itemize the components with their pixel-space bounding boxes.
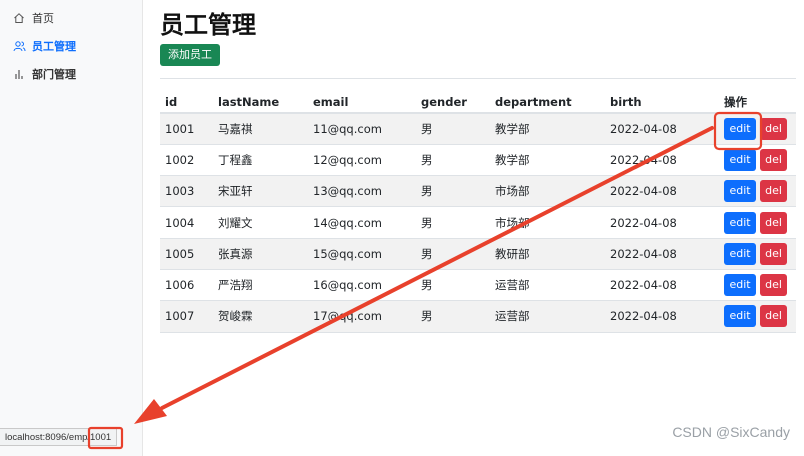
delete-button[interactable]: del xyxy=(760,180,787,203)
table-row: 1003 宋亚轩 13@qq.com 男市场部 2022-04-08 edit del xyxy=(160,175,796,208)
delete-button[interactable]: del xyxy=(760,211,787,234)
cell-actions: edit del xyxy=(719,238,796,270)
cell-lastname: 严浩翔 xyxy=(213,269,308,302)
cell-actions: edit del xyxy=(719,206,796,239)
delete-button[interactable]: del xyxy=(760,242,787,265)
cell-actions: edit del xyxy=(719,175,796,208)
cell-gender: 男 xyxy=(416,144,490,177)
column-header-email: email xyxy=(308,91,416,114)
edit-button[interactable]: edit xyxy=(724,305,756,328)
users-icon xyxy=(12,39,26,53)
table-row: 1002 丁程鑫 12@qq.com 男教学部 2022-04-08 edit del xyxy=(160,144,796,177)
cell-birth: 2022-04-08 xyxy=(605,144,719,177)
cell-gender: 男 xyxy=(416,175,490,208)
cell-email: 12@qq.com xyxy=(308,144,416,177)
sidebar-item-home[interactable]: 首页 xyxy=(0,4,142,32)
sidebar: 首页 员工管理 部门管理 xyxy=(0,0,143,456)
cell-gender: 男 xyxy=(416,238,490,270)
cell-actions: edit del xyxy=(719,269,796,302)
cell-birth: 2022-04-08 xyxy=(605,269,719,302)
cell-birth: 2022-04-08 xyxy=(605,175,719,208)
cell-department: 市场部 xyxy=(490,206,605,239)
cell-lastname: 贺峻霖 xyxy=(213,300,308,333)
cell-department: 教研部 xyxy=(490,238,605,270)
cell-email: 16@qq.com xyxy=(308,269,416,302)
cell-gender: 男 xyxy=(416,300,490,333)
cell-actions: edit del xyxy=(719,300,796,333)
cell-email: 17@qq.com xyxy=(308,300,416,333)
cell-birth: 2022-04-08 xyxy=(605,206,719,239)
sidebar-item-label: 员工管理 xyxy=(32,40,76,53)
table-row: 1007 贺峻霖 17@qq.com 男运营部 2022-04-08 edit del xyxy=(160,300,796,333)
cell-department: 教学部 xyxy=(490,144,605,177)
sidebar-item-label: 部门管理 xyxy=(32,68,76,81)
edit-button[interactable]: edit xyxy=(724,148,756,171)
column-header-lastname: lastName xyxy=(213,91,308,114)
divider xyxy=(160,78,796,79)
cell-actions: edit del xyxy=(719,144,796,177)
cell-gender: 男 xyxy=(416,269,490,302)
cell-lastname: 丁程鑫 xyxy=(213,144,308,177)
sidebar-item-label: 首页 xyxy=(32,12,54,25)
cell-id: 1003 xyxy=(160,175,213,208)
delete-button[interactable]: del xyxy=(760,148,787,171)
edit-button[interactable]: edit xyxy=(724,117,756,140)
sidebar-item-employees[interactable]: 员工管理 xyxy=(0,32,142,60)
cell-id: 1004 xyxy=(160,206,213,239)
cell-lastname: 刘耀文 xyxy=(213,206,308,239)
bar-chart-icon xyxy=(12,67,26,81)
sidebar-item-departments[interactable]: 部门管理 xyxy=(0,60,142,88)
employee-table: id lastName email gender department birt… xyxy=(160,91,796,333)
column-header-actions: 操作 xyxy=(719,91,796,114)
column-header-birth: birth xyxy=(605,91,719,114)
cell-department: 市场部 xyxy=(490,175,605,208)
cell-gender: 男 xyxy=(416,206,490,239)
home-icon xyxy=(12,11,26,25)
table-row: 1005 张真源 15@qq.com 男教研部 2022-04-08 edit del xyxy=(160,238,796,270)
cell-id: 1007 xyxy=(160,300,213,333)
cell-actions: edit del xyxy=(719,113,796,145)
add-employee-button[interactable]: 添加员工 xyxy=(160,44,220,66)
column-header-department: department xyxy=(490,91,605,114)
cell-department: 教学部 xyxy=(490,113,605,145)
table-row: 1001 马嘉祺 11@qq.com 男教学部 2022-04-08 edit del xyxy=(160,113,796,145)
cell-department: 运营部 xyxy=(490,269,605,302)
table-row: 1004 刘耀文 14@qq.com 男市场部 2022-04-08 edit del xyxy=(160,206,796,239)
cell-birth: 2022-04-08 xyxy=(605,238,719,270)
cell-gender: 男 xyxy=(416,113,490,145)
cell-lastname: 马嘉祺 xyxy=(213,113,308,145)
cell-id: 1002 xyxy=(160,144,213,177)
cell-id: 1005 xyxy=(160,238,213,270)
column-header-id: id xyxy=(160,91,213,114)
table-header-row: id lastName email gender department birt… xyxy=(160,91,796,114)
delete-button[interactable]: del xyxy=(760,117,787,140)
edit-button[interactable]: edit xyxy=(724,242,756,265)
table-row: 1006 严浩翔 16@qq.com 男运营部 2022-04-08 edit del xyxy=(160,269,796,302)
watermark: CSDN @SixCandy xyxy=(672,424,790,440)
edit-button[interactable]: edit xyxy=(724,211,756,234)
cell-birth: 2022-04-08 xyxy=(605,300,719,333)
cell-email: 13@qq.com xyxy=(308,175,416,208)
cell-id: 1006 xyxy=(160,269,213,302)
cell-department: 运营部 xyxy=(490,300,605,333)
delete-button[interactable]: del xyxy=(760,305,787,328)
edit-button[interactable]: edit xyxy=(724,274,756,297)
cell-lastname: 宋亚轩 xyxy=(213,175,308,208)
cell-email: 15@qq.com xyxy=(308,238,416,270)
cell-lastname: 张真源 xyxy=(213,238,308,270)
page-title: 员工管理 xyxy=(160,11,256,39)
cell-email: 14@qq.com xyxy=(308,206,416,239)
cell-email: 11@qq.com xyxy=(308,113,416,145)
delete-button[interactable]: del xyxy=(760,274,787,297)
edit-button[interactable]: edit xyxy=(724,180,756,203)
column-header-gender: gender xyxy=(416,91,490,114)
cell-id: 1001 xyxy=(160,113,213,145)
status-bar-url: localhost:8096/emp/1001 xyxy=(0,428,118,446)
main-content: 员工管理 添加员工 id lastName email gender depar… xyxy=(160,0,796,333)
cell-birth: 2022-04-08 xyxy=(605,113,719,145)
